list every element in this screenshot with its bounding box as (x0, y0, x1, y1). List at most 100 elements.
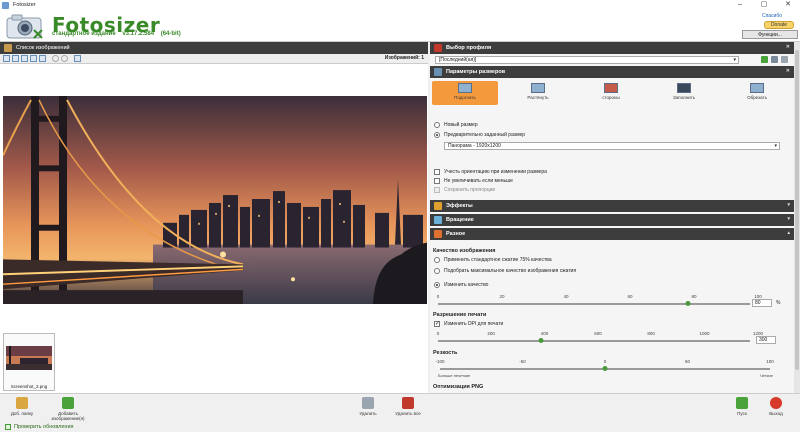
delete-profile-icon[interactable] (781, 56, 788, 63)
save-profile-icon[interactable] (771, 56, 778, 63)
thanks-link[interactable]: Спасибо (762, 13, 782, 19)
add-folder-button[interactable]: Доб. папку (4, 397, 40, 416)
dpi-option[interactable]: Изменить DPI для печати (434, 320, 504, 327)
add-profile-icon[interactable] (761, 56, 768, 63)
preset-size-select[interactable]: Панорама - 1920x1200 ▾ (444, 142, 780, 150)
collapse-icon[interactable]: ✕ (786, 44, 790, 50)
preset-size-label: Предварительно заданный размер (444, 132, 526, 138)
effects-section-header[interactable]: Эффекты ▾ (430, 200, 794, 212)
view-tiles-icon[interactable] (39, 55, 46, 62)
quality-slider[interactable] (438, 301, 750, 306)
expand-icon[interactable]: ▾ (787, 202, 790, 208)
rotation-section-header[interactable]: Вращение ▾ (430, 214, 794, 226)
quality-standard-option[interactable]: Применить стандартное сжатие 75% качеств… (434, 257, 552, 263)
expand-icon[interactable]: ▾ (787, 216, 790, 222)
image-preview-icon[interactable] (74, 55, 81, 62)
quality-match-option[interactable]: Подобрать максимальное качество изображе… (434, 268, 576, 274)
dpi-value-input[interactable]: 300 (756, 336, 776, 344)
remove-button[interactable]: Удалить (350, 397, 386, 416)
sharpness-slider[interactable] (440, 366, 770, 371)
profile-select[interactable]: [Последний(ая)] ▾ (435, 56, 739, 64)
new-size-option[interactable]: Новый размер (434, 122, 478, 128)
aspect-icon (604, 83, 618, 93)
view-list-icon[interactable] (21, 55, 28, 62)
dpi-checkbox[interactable] (434, 320, 440, 327)
mode-fill-button[interactable]: Заполнить (651, 81, 717, 105)
collapse-icon[interactable]: ▴ (787, 230, 790, 236)
resize-title: Параметры размеров (446, 69, 506, 75)
keep-orientation-option[interactable]: Учесть ориентацию при изменении размера (434, 169, 547, 175)
fill-icon (677, 83, 691, 93)
maximize-button[interactable]: ▢ (752, 0, 776, 10)
view-large-icon[interactable] (3, 55, 10, 62)
quality-unit: % (776, 300, 781, 306)
functions-button[interactable]: Функции... (742, 30, 798, 39)
quality-standard-radio[interactable] (434, 257, 440, 263)
chevron-down-icon: ▾ (733, 57, 736, 63)
bitness-text: (64-bit) (160, 31, 181, 37)
update-check-icon (5, 424, 11, 430)
quality-change-option[interactable]: Изменить качество (434, 282, 488, 288)
exit-label: Выход (769, 411, 783, 416)
misc-title: Разное (446, 231, 466, 237)
donate-button[interactable]: Donate (764, 21, 794, 29)
camera-logo-icon (6, 14, 43, 39)
view-details-icon[interactable] (30, 55, 37, 62)
minimize-button[interactable]: – (728, 0, 752, 10)
mode-aspect-button[interactable]: стороны (578, 81, 644, 105)
profile-icon (434, 44, 442, 52)
mode-crop-label: Обрезать (747, 95, 767, 100)
remove-all-button[interactable]: Удалить все (390, 397, 426, 416)
quality-value-input[interactable]: 80 (752, 299, 772, 307)
dpi-label: Изменить DPI для печати (444, 321, 504, 327)
close-button[interactable]: ✕ (776, 0, 800, 10)
app-icon (2, 1, 9, 9)
settings-scrollbar[interactable] (794, 42, 800, 393)
add-folder-icon (16, 397, 28, 409)
status-bar: Проверить обновления (0, 422, 800, 432)
quality-match-radio[interactable] (434, 268, 440, 274)
profile-value: [Последний(ая)] (439, 57, 477, 63)
png-title: Оптимизация PNG (433, 384, 484, 390)
dpi-tick: 0 (436, 331, 440, 336)
remove-icon (362, 397, 374, 409)
settings-panel: Выбор профиля ✕ [Последний(ая)] ▾ Параме… (430, 42, 794, 393)
add-images-icon (62, 397, 74, 409)
scrollbar-thumb[interactable] (795, 50, 799, 370)
add-folder-label: Доб. папку (10, 411, 34, 416)
mode-crop-button[interactable]: Обрезать (724, 81, 790, 105)
dpi-slider[interactable] (438, 338, 750, 343)
dpi-slider-knob[interactable] (538, 338, 544, 343)
preset-size-option[interactable]: Предварительно заданный размер (434, 132, 525, 138)
resize-section-header[interactable]: Параметры размеров ✕ (430, 66, 794, 78)
keep-orientation-label: Учесть ориентацию при изменении размера (444, 169, 547, 175)
new-size-radio[interactable] (434, 122, 440, 128)
check-updates-link[interactable]: Проверить обновления (14, 424, 74, 430)
preset-size-radio[interactable] (434, 132, 440, 138)
misc-section-header[interactable]: Разное ▴ (430, 228, 794, 240)
keep-orientation-checkbox[interactable] (434, 169, 440, 175)
exit-button[interactable]: Выход (758, 397, 794, 416)
edition-text: стандартное издание (52, 31, 116, 37)
rotate-left-icon[interactable] (52, 55, 59, 62)
quality-tick: 20 (499, 294, 505, 299)
version-text: v3.17.2.584 (122, 31, 155, 37)
collapse-icon[interactable]: ✕ (786, 68, 790, 74)
quality-change-radio[interactable] (434, 282, 440, 288)
mode-fit-button[interactable]: Подогнать (432, 81, 498, 105)
quality-slider-knob[interactable] (685, 301, 691, 306)
mode-stretch-button[interactable]: Растянуть (505, 81, 571, 105)
quality-tick: 60 (627, 294, 633, 299)
thumbnail-item[interactable]: Screenshot_2.png (3, 333, 55, 391)
rotate-right-icon[interactable] (61, 55, 68, 62)
no-enlarge-option[interactable]: Не увеличивать если меньше (434, 178, 513, 184)
remove-label: Удалить (359, 411, 377, 416)
sharpness-slider-knob[interactable] (602, 366, 608, 371)
no-enlarge-label: Не увеличивать если меньше (444, 178, 513, 184)
profile-section-header[interactable]: Выбор профиля ✕ (430, 42, 794, 54)
view-medium-icon[interactable] (12, 55, 19, 62)
crop-icon (750, 83, 764, 93)
no-enlarge-checkbox[interactable] (434, 178, 440, 184)
start-button[interactable]: Пуск (724, 397, 760, 416)
add-images-button[interactable]: Добавить изображение(я) (46, 397, 90, 421)
